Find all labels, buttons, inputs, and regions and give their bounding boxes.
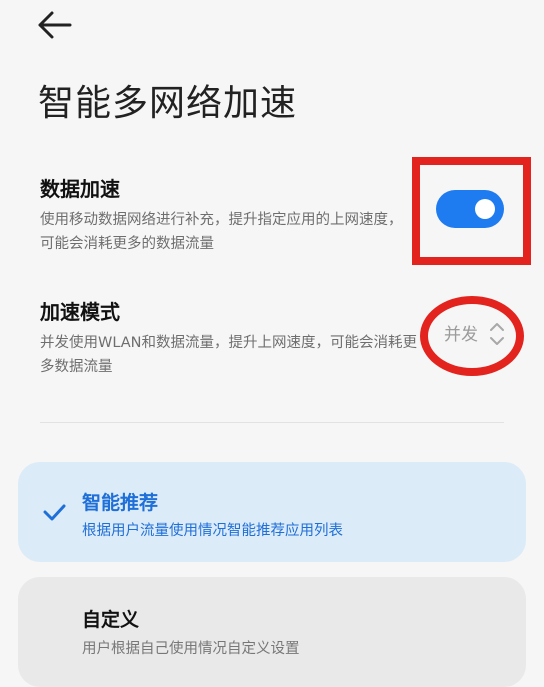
acceleration-mode-title: 加速模式 [40,300,120,324]
option-title: 自定义 [82,609,140,631]
option-description: 根据用户流量使用情况智能推荐应用列表 [82,523,343,539]
check-icon [43,504,66,521]
data-acceleration-title: 数据加速 [40,177,120,201]
divider [40,422,504,423]
highlight-rectangle-annotation [412,157,531,265]
data-acceleration-setting[interactable]: 数据加速 使用移动数据网络进行补充，提升指定应用的上网速度，可能会消耗更多的数据… [40,173,415,256]
page-title: 智能多网络加速 [38,83,298,124]
option-title: 智能推荐 [82,492,159,514]
option-description: 用户根据自己使用情况自定义设置 [82,641,300,657]
acceleration-mode-setting[interactable]: 加速模式 并发使用WLAN和数据流量，提升上网速度，可能会消耗更多数据流量 [40,296,430,379]
option-custom[interactable]: 自定义 用户根据自己使用情况自定义设置 [18,577,526,687]
acceleration-mode-description: 并发使用WLAN和数据流量，提升上网速度，可能会消耗更多数据流量 [40,335,418,375]
option-smart-recommend[interactable]: 智能推荐 根据用户流量使用情况智能推荐应用列表 [18,462,526,562]
highlight-circle-annotation [420,296,524,376]
data-acceleration-description: 使用移动数据网络进行补充，提升指定应用的上网速度，可能会消耗更多的数据流量 [40,212,403,252]
arrow-left-icon [38,11,72,39]
back-button[interactable] [34,8,74,42]
